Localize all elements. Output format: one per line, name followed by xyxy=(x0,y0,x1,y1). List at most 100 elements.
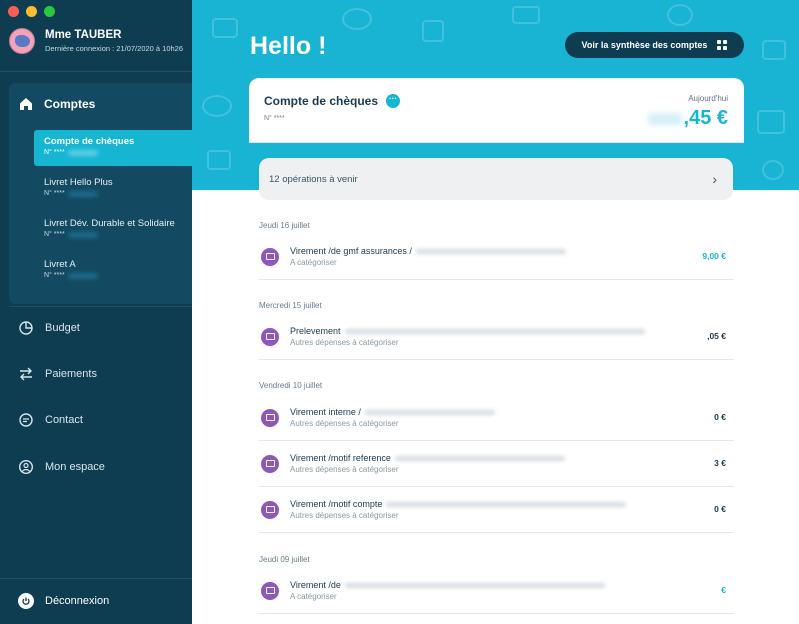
nav-budget[interactable]: Budget xyxy=(18,320,80,336)
transaction-row[interactable]: Prelevement Autres dépenses à catégorise… xyxy=(259,314,734,360)
transaction-amount: 9,00 € xyxy=(702,251,726,261)
close-window-button[interactable] xyxy=(8,6,19,17)
decorative-pattern xyxy=(762,40,786,60)
transaction-row[interactable]: Virement interne / Autres dépenses à cat… xyxy=(259,395,734,441)
transaction-category: A catégoriser xyxy=(290,592,337,601)
account-name: Livret Hello Plus xyxy=(44,177,113,188)
user-profile: Mme TAUBER Dernière connexion : 21/07/20… xyxy=(9,28,183,54)
transaction-amount: € xyxy=(721,585,726,595)
home-icon xyxy=(20,98,32,110)
transaction-amount: 3 € xyxy=(714,458,726,468)
logout-label: Déconnexion xyxy=(45,595,110,607)
avatar[interactable] xyxy=(9,28,35,54)
minimize-window-button[interactable] xyxy=(26,6,37,17)
decorative-pattern xyxy=(342,8,372,30)
account-name: Livret A xyxy=(44,259,76,270)
nav-mon-espace-label: Mon espace xyxy=(45,461,105,473)
transaction-category: Autres dépenses à catégoriser xyxy=(290,338,399,347)
decorative-pattern xyxy=(762,160,784,180)
account-number: N° **** xyxy=(44,190,65,197)
nav-contact-label: Contact xyxy=(45,414,83,426)
account-number: N° **** xyxy=(44,149,65,156)
transaction-row[interactable]: Virement /motif reference Autres dépense… xyxy=(259,441,734,487)
nav-paiements[interactable]: Paiements xyxy=(18,366,97,382)
folder-icon xyxy=(261,247,279,266)
account-number: N° **** xyxy=(44,231,65,238)
pie-chart-icon xyxy=(19,321,33,335)
transaction-label: Prelevement xyxy=(290,326,341,336)
transaction-label: Virement /de gmf assurances / xyxy=(290,246,412,256)
more-options-icon[interactable]: ··· xyxy=(386,94,401,108)
transaction-label: Virement /motif reference xyxy=(290,453,391,463)
decorative-pattern xyxy=(212,18,238,38)
decorative-pattern xyxy=(667,4,693,26)
nav-paiements-label: Paiements xyxy=(45,368,97,380)
folder-icon xyxy=(261,408,279,427)
transaction-amount: 0 € xyxy=(714,412,726,422)
account-title: Compte de chèques xyxy=(264,94,379,108)
date-header: Jeudi 16 juillet xyxy=(259,221,310,230)
window-controls xyxy=(8,6,55,17)
nav-contact[interactable]: Contact xyxy=(18,412,83,428)
sidebar-account-hello-plus[interactable]: Livret Hello Plus N° **** xyxy=(34,171,192,207)
divider xyxy=(0,578,192,579)
redacted-mask xyxy=(386,501,627,507)
redacted-mask xyxy=(364,409,495,415)
logout-button[interactable]: Déconnexion xyxy=(18,593,109,609)
transaction-label: Virement /motif compte xyxy=(290,499,383,509)
account-synthesis-button[interactable]: Voir la synthèse des comptes xyxy=(565,32,744,58)
divider xyxy=(0,71,192,72)
last-login: Dernière connexion : 21/07/2020 à 10h26 xyxy=(45,44,184,53)
redacted-mask xyxy=(415,248,566,254)
transaction-category: Autres dépenses à catégoriser xyxy=(290,465,399,474)
folder-icon xyxy=(261,500,279,519)
account-number: N° **** xyxy=(264,115,285,122)
main-content: Hello ! Voir la synthèse des comptes Com… xyxy=(192,0,799,624)
sidebar-account-cheques[interactable]: Compte de chèques N° **** xyxy=(34,130,192,166)
redacted-mask xyxy=(67,190,98,197)
power-icon xyxy=(18,593,34,609)
decorative-pattern xyxy=(202,95,232,117)
balance-date-label: Aujourd'hui xyxy=(688,94,728,103)
sidebar-account-livret-a[interactable]: Livret A N° **** xyxy=(34,253,192,289)
upcoming-operations-button[interactable]: 12 opérations à venir › xyxy=(259,158,733,200)
transaction-amount: ,05 € xyxy=(707,331,726,341)
user-circle-icon xyxy=(18,459,34,475)
decorative-pattern xyxy=(207,150,231,170)
transaction-label: Virement interne / xyxy=(290,407,361,417)
divider xyxy=(9,306,192,307)
account-name: Compte de chèques xyxy=(44,136,135,147)
redacted-mask xyxy=(67,231,98,238)
date-header: Jeudi 09 juillet xyxy=(259,555,310,564)
transaction-row[interactable]: Virement /de A catégoriser € xyxy=(259,568,734,614)
transaction-row[interactable]: Virement /de gmf assurances / A catégori… xyxy=(259,234,734,280)
balance-value: ,45 € xyxy=(683,107,728,129)
folder-icon xyxy=(261,454,279,473)
nav-comptes-label: Comptes xyxy=(44,97,96,111)
transaction-row[interactable]: Virement /motif compte Autres dépenses à… xyxy=(259,487,734,533)
folder-icon xyxy=(261,327,279,346)
nav-mon-espace[interactable]: Mon espace xyxy=(18,459,105,475)
redacted-mask xyxy=(344,582,605,588)
account-balance: ,45 € xyxy=(647,107,728,130)
nav-comptes[interactable]: Comptes xyxy=(18,96,95,112)
sidebar-account-ldds[interactable]: Livret Dév. Durable et Solidaire N° **** xyxy=(34,212,192,248)
transaction-amount: 0 € xyxy=(714,504,726,514)
redacted-mask xyxy=(344,328,645,334)
user-name: Mme TAUBER xyxy=(45,29,122,41)
transaction-label: Virement /de xyxy=(290,580,341,590)
folder-icon xyxy=(261,581,279,600)
page-title: Hello ! xyxy=(250,32,327,60)
transaction-category: Autres dépenses à catégoriser xyxy=(290,419,399,428)
account-synthesis-label: Voir la synthèse des comptes xyxy=(581,40,708,50)
redacted-mask xyxy=(67,149,98,156)
account-name: Livret Dév. Durable et Solidaire xyxy=(44,218,175,229)
decorative-pattern xyxy=(422,20,444,42)
grid-icon xyxy=(717,40,728,50)
sidebar: Mme TAUBER Dernière connexion : 21/07/20… xyxy=(0,0,192,624)
decorative-pattern xyxy=(512,6,540,24)
nav-budget-label: Budget xyxy=(45,322,80,334)
upcoming-operations-label: 12 opérations à venir xyxy=(269,173,358,185)
transaction-category: A catégoriser xyxy=(290,258,337,267)
zoom-window-button[interactable] xyxy=(44,6,55,17)
